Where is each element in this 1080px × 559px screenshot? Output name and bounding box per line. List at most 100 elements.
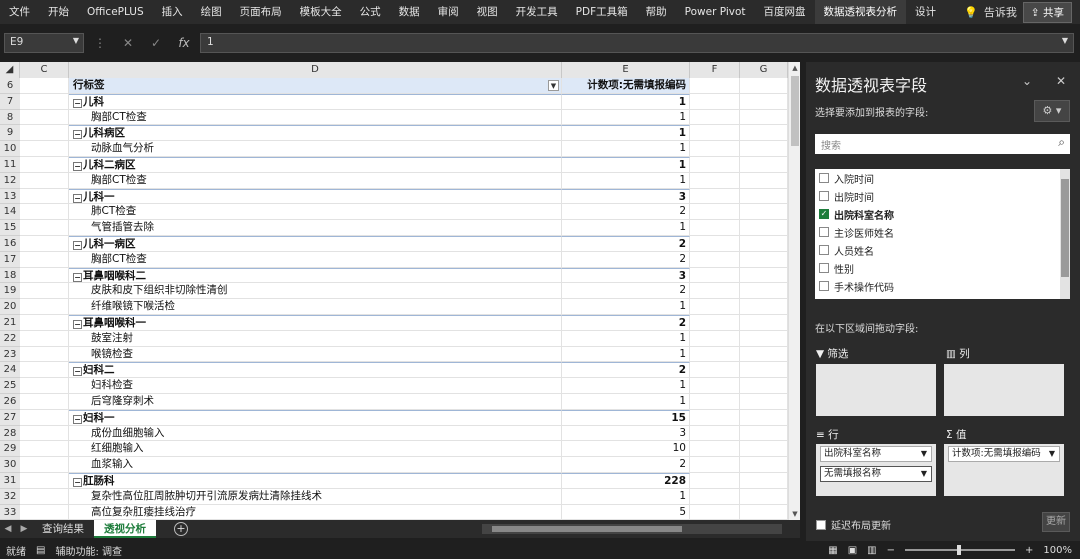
field-item[interactable]: 性别: [815, 259, 1070, 277]
column-header-c[interactable]: C: [20, 62, 69, 78]
collapse-icon[interactable]: −: [73, 98, 82, 108]
tab-8[interactable]: 数据: [390, 0, 429, 24]
field-item[interactable]: 主诊医师姓名: [815, 223, 1070, 241]
row-number[interactable]: 13: [0, 188, 20, 205]
cell-f[interactable]: [690, 441, 740, 458]
cell-c[interactable]: [20, 378, 69, 394]
cell-f[interactable]: [690, 299, 740, 315]
cell-g[interactable]: [740, 378, 788, 394]
pivot-label-cell[interactable]: − 妇科一: [69, 409, 562, 426]
cell-g[interactable]: [740, 236, 788, 252]
cell-g[interactable]: [740, 425, 788, 442]
collapse-icon[interactable]: −: [73, 320, 82, 329]
search-icon[interactable]: ⌕: [1058, 135, 1065, 150]
cell-g[interactable]: [740, 188, 788, 205]
formula-input[interactable]: 1 ▼: [200, 33, 1074, 53]
chevron-down-icon[interactable]: ▼: [921, 467, 927, 481]
page-break-icon[interactable]: ▥: [867, 545, 876, 556]
more-options-icon[interactable]: ⋮: [88, 36, 112, 50]
pivot-label-cell[interactable]: 皮肤和皮下组织非切除性清创: [69, 283, 562, 300]
cell-c[interactable]: [20, 157, 69, 173]
pivot-value-cell[interactable]: 2: [562, 236, 690, 252]
tab-7[interactable]: 公式: [351, 0, 390, 24]
cell-f[interactable]: [690, 457, 740, 473]
macro-record-icon[interactable]: ▤: [36, 545, 45, 556]
row-number[interactable]: 10: [0, 141, 20, 157]
tab-9[interactable]: 审阅: [429, 0, 468, 24]
tab-6[interactable]: 模板大全: [291, 0, 351, 24]
pivot-value-cell[interactable]: 1: [562, 394, 690, 410]
cell-g[interactable]: [740, 204, 788, 221]
tab-1[interactable]: 开始: [39, 0, 78, 24]
cell-c[interactable]: [20, 346, 69, 363]
gear-icon[interactable]: ⚙ ▾: [1034, 100, 1070, 122]
pivot-label-cell[interactable]: − 儿科: [69, 93, 562, 110]
cell-f[interactable]: [690, 346, 740, 363]
cell-c[interactable]: [20, 251, 69, 268]
zoom-slider[interactable]: [905, 545, 1016, 555]
cell-g[interactable]: [740, 251, 788, 268]
collapse-icon[interactable]: −: [73, 367, 82, 377]
pivot-value-cell[interactable]: 1: [562, 109, 690, 126]
cell-g[interactable]: [740, 78, 788, 94]
cell-g[interactable]: [740, 504, 788, 520]
column-header-d[interactable]: D: [69, 62, 562, 78]
cell-f[interactable]: [690, 141, 740, 157]
field-checkbox[interactable]: [819, 281, 829, 291]
cell-f[interactable]: [690, 188, 740, 205]
horizontal-scrollbar[interactable]: [482, 524, 782, 534]
pivot-value-cell[interactable]: 1: [562, 488, 690, 505]
sheet-tab-pivot[interactable]: 透视分析: [94, 520, 156, 538]
accessibility-status[interactable]: 辅助功能: 调查: [55, 543, 122, 558]
collapse-icon[interactable]: −: [73, 478, 82, 487]
cell-f[interactable]: [690, 330, 740, 347]
cell-c[interactable]: [20, 220, 69, 236]
tab-5[interactable]: 页面布局: [231, 0, 291, 24]
cell-g[interactable]: [740, 141, 788, 157]
cell-f[interactable]: [690, 473, 740, 489]
row-field-chip[interactable]: 出院科室名称 ▼: [820, 446, 932, 462]
cell-f[interactable]: [690, 172, 740, 189]
pivot-value-cell[interactable]: 1: [562, 157, 690, 173]
cell-c[interactable]: [20, 236, 69, 252]
row-number[interactable]: 29: [0, 441, 20, 458]
confirm-icon[interactable]: ✓: [144, 36, 168, 50]
row-number[interactable]: 32: [0, 488, 20, 505]
cell-g[interactable]: [740, 362, 788, 379]
pivot-value-cell[interactable]: 3: [562, 425, 690, 442]
cell-c[interactable]: [20, 125, 69, 142]
vertical-scrollbar[interactable]: ▲ ▼: [788, 62, 800, 520]
rows-drop-area[interactable]: 出院科室名称 ▼ 无需填报名称 ▼: [816, 444, 936, 496]
row-number[interactable]: 18: [0, 267, 20, 284]
tab-12[interactable]: PDF工具箱: [567, 0, 637, 24]
tab-16[interactable]: 数据透视表分析: [814, 0, 906, 24]
field-checkbox[interactable]: [819, 245, 829, 255]
row-number[interactable]: 24: [0, 362, 20, 379]
pivot-value-cell[interactable]: 5: [562, 504, 690, 520]
pivot-label-cell[interactable]: 鼓室注射: [69, 330, 562, 347]
row-number[interactable]: 20: [0, 299, 20, 315]
collapse-icon[interactable]: −: [73, 193, 82, 203]
tab-11[interactable]: 开发工具: [507, 0, 567, 24]
pivot-value-cell[interactable]: 1: [562, 141, 690, 157]
cell-g[interactable]: [740, 488, 788, 505]
normal-view-icon[interactable]: ▦: [828, 545, 837, 556]
collapse-icon[interactable]: −: [73, 130, 82, 140]
cell-c[interactable]: [20, 109, 69, 126]
row-number[interactable]: 33: [0, 504, 20, 520]
field-checkbox[interactable]: [819, 227, 829, 237]
cell-f[interactable]: [690, 204, 740, 221]
cell-f[interactable]: [690, 362, 740, 379]
row-number[interactable]: 6: [0, 78, 20, 94]
cell-g[interactable]: [740, 330, 788, 347]
cell-c[interactable]: [20, 362, 69, 379]
row-number[interactable]: 14: [0, 204, 20, 221]
zoom-knob[interactable]: [957, 545, 962, 555]
cell-c[interactable]: [20, 204, 69, 221]
pivot-value-cell[interactable]: 1: [562, 330, 690, 347]
cell-g[interactable]: [740, 473, 788, 489]
pivot-label-cell[interactable]: 喉镜检查: [69, 346, 562, 363]
cell-g[interactable]: [740, 441, 788, 458]
chevron-down-icon[interactable]: ⌄: [1022, 74, 1032, 88]
zoom-out-icon[interactable]: −: [887, 545, 895, 556]
